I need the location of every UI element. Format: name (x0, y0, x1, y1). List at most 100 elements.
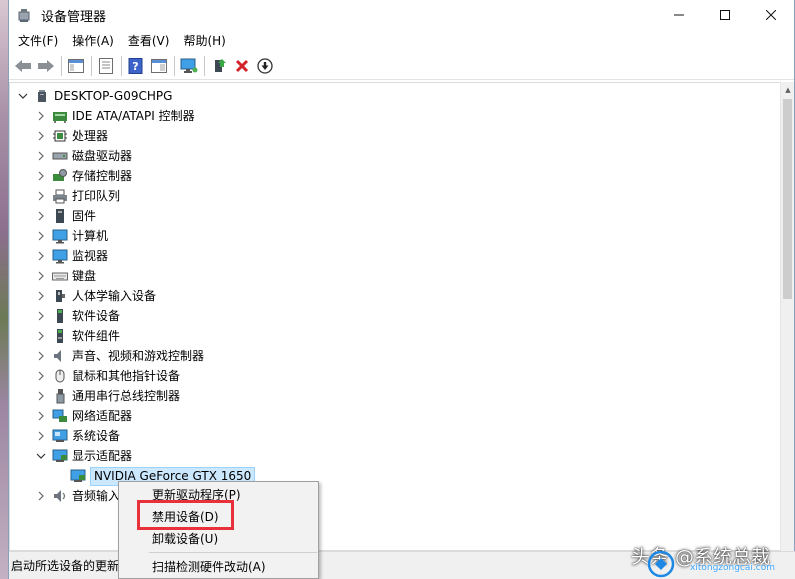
tree-item-label: 网络适配器 (72, 409, 133, 423)
tree-category-item[interactable]: 打印队列 (34, 186, 120, 206)
chevron-right-icon[interactable] (34, 246, 48, 266)
uninstall-button[interactable] (231, 55, 253, 77)
tree-category-item[interactable]: 存储控制器 (34, 166, 132, 186)
tree-category-item[interactable]: 处理器 (34, 126, 108, 146)
chevron-right-icon[interactable] (34, 346, 48, 366)
menu-action[interactable]: 操作(A) (65, 30, 121, 52)
monitor-icon (52, 248, 68, 264)
tree-category-item[interactable]: 软件组件 (34, 326, 120, 346)
watermark-logo-icon (643, 550, 679, 578)
context-menu-uninstall-device[interactable]: 卸载设备(U) (119, 527, 318, 549)
help-button[interactable]: ? (125, 55, 147, 77)
chevron-right-icon[interactable] (34, 286, 48, 306)
chevron-right-icon[interactable] (34, 326, 48, 346)
minimize-button[interactable] (656, 0, 702, 30)
back-button[interactable] (12, 55, 34, 77)
tree-item-label: 监视器 (72, 249, 109, 263)
properties-button[interactable] (95, 55, 117, 77)
properties-icon (99, 57, 113, 74)
tree-item-label: 音频输入 (72, 489, 121, 503)
tree-category-item[interactable]: 系统设备 (34, 426, 120, 446)
chevron-right-icon[interactable] (34, 386, 48, 406)
context-menu: 更新驱动程序(P) 禁用设备(D) 卸载设备(U) 扫描检测硬件改动(A) (118, 481, 319, 579)
forward-icon (38, 59, 54, 72)
forward-button[interactable] (35, 55, 57, 77)
scroll-up-icon[interactable]: ▲ (781, 82, 795, 98)
vertical-scrollbar[interactable]: ▲ (780, 82, 794, 551)
scan-hardware-button[interactable] (178, 55, 200, 77)
tree-item-label: 显示适配器 (72, 449, 133, 463)
menu-help[interactable]: 帮助(H) (176, 30, 232, 52)
menu-file[interactable]: 文件(F) (11, 30, 65, 52)
chevron-right-icon[interactable] (34, 366, 48, 386)
usb-icon (52, 388, 68, 404)
tree-category-item[interactable]: 固件 (34, 206, 96, 226)
tree-category-item[interactable]: 鼠标和其他指针设备 (34, 366, 180, 386)
tree-item-label: 打印队列 (72, 189, 121, 203)
show-hide-console-tree-icon (68, 58, 84, 73)
tree-category-item[interactable]: 软件设备 (34, 306, 120, 326)
printer-icon (52, 188, 68, 204)
display-adapter-icon (52, 448, 68, 464)
toolbar-separator (61, 55, 62, 76)
tree-category-item[interactable]: 键盘 (34, 266, 96, 286)
scroll-thumb[interactable] (783, 99, 792, 299)
tree-category-item[interactable]: 磁盘驱动器 (34, 146, 132, 166)
help-icon: ? (128, 57, 143, 74)
tree-category-item[interactable]: 显示适配器 (34, 446, 132, 466)
minimize-icon (674, 14, 684, 16)
tree-category-item[interactable]: 音频输入 (34, 486, 120, 506)
tree-category-item[interactable]: 人体学输入设备 (34, 286, 156, 306)
computer-icon (34, 88, 50, 104)
tree-item-label: 系统设备 (72, 429, 121, 443)
tree-category-item[interactable]: 监视器 (34, 246, 108, 266)
mouse-icon (52, 368, 68, 384)
toolbar-separator (121, 55, 122, 76)
tree-root-label: DESKTOP-G09CHPG (54, 89, 173, 103)
chevron-right-icon[interactable] (34, 126, 48, 146)
tree-category-item[interactable]: 通用串行总线控制器 (34, 386, 180, 406)
tree-category-item[interactable]: 声音、视频和游戏控制器 (34, 346, 204, 366)
tree-category-item[interactable]: IDE ATA/ATAPI 控制器 (34, 106, 195, 126)
chevron-right-icon[interactable] (34, 206, 48, 226)
firmware-icon (52, 208, 68, 224)
tree-item-label: 键盘 (72, 269, 97, 283)
uninstall-icon (235, 59, 249, 72)
chevron-right-icon[interactable] (34, 486, 48, 506)
close-button[interactable] (748, 0, 794, 30)
chevron-right-icon[interactable] (34, 406, 48, 426)
chevron-down-icon[interactable] (16, 86, 30, 106)
chevron-right-icon[interactable] (34, 106, 48, 126)
tree-category-item[interactable]: 计算机 (34, 226, 108, 246)
chevron-right-icon[interactable] (34, 166, 48, 186)
chevron-right-icon[interactable] (34, 146, 48, 166)
chevron-right-icon[interactable] (34, 306, 48, 326)
software-component-icon (52, 328, 68, 344)
window-title: 设备管理器 (41, 9, 107, 25)
disable-button[interactable] (254, 55, 276, 77)
maximize-button[interactable] (702, 0, 748, 30)
monitor-icon (180, 58, 198, 73)
chevron-right-icon[interactable] (34, 186, 48, 206)
show-hide-console-tree-button[interactable] (65, 55, 87, 77)
back-icon (15, 59, 31, 72)
action-pane-button[interactable] (148, 55, 170, 77)
tree-item-label: 处理器 (72, 129, 109, 143)
menu-view[interactable]: 查看(V) (121, 30, 177, 52)
toolbar-separator (174, 55, 175, 76)
hid-icon (52, 288, 68, 304)
tree-root[interactable]: DESKTOP-G09CHPG (16, 86, 172, 106)
chevron-right-icon[interactable] (34, 266, 48, 286)
chevron-down-icon[interactable] (34, 446, 48, 466)
chevron-right-icon[interactable] (34, 426, 48, 446)
svg-text:?: ? (132, 60, 138, 73)
context-menu-scan-hardware[interactable]: 扫描检测硬件改动(A) (119, 555, 318, 577)
software-device-icon (52, 308, 68, 324)
tree-item-label: 存储控制器 (72, 169, 133, 183)
tree-category-item[interactable]: 网络适配器 (34, 406, 132, 426)
disable-icon (257, 57, 273, 74)
chevron-right-icon[interactable] (34, 226, 48, 246)
tree-item-label: 磁盘驱动器 (72, 149, 133, 163)
update-driver-button[interactable] (208, 55, 230, 77)
tree-item-label: 软件设备 (72, 309, 121, 323)
